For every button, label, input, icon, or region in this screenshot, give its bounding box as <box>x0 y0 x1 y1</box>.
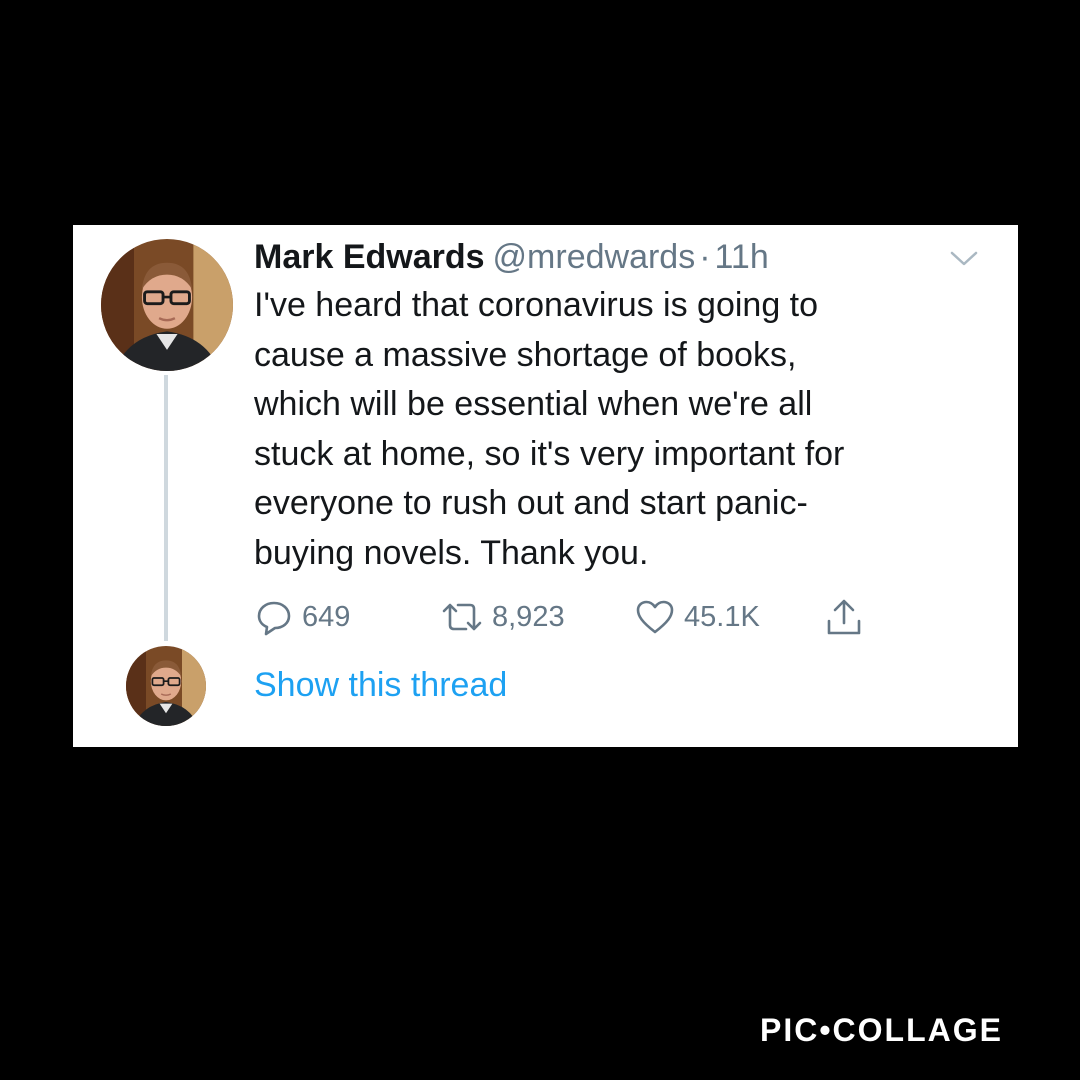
heart-icon <box>636 600 674 634</box>
tweet-text-line: which will be essential when we're all <box>254 385 813 423</box>
header-separator: · <box>699 238 711 276</box>
show-thread-link[interactable]: Show this thread <box>254 663 507 707</box>
author-photo <box>126 646 206 726</box>
chevron-down-icon <box>950 251 978 266</box>
tweet-action-bar: 649 8,923 45.1K <box>254 595 894 639</box>
pic-collage-watermark: PIC•COLLAGE <box>760 1012 1003 1048</box>
reply-icon <box>257 601 291 636</box>
like-button[interactable]: 45.1K <box>634 595 760 639</box>
thread-connector-line <box>164 375 168 641</box>
retweet-count: 8,923 <box>492 600 565 633</box>
tweet-text-line: buying novels. Thank you. <box>254 533 649 572</box>
tweet-timestamp[interactable]: 11h <box>715 238 769 276</box>
tweet-text-line: cause a massive shortage of books, <box>254 335 797 374</box>
tweet-text: I've heard that coronavirus is going to … <box>254 281 974 578</box>
author-avatar[interactable] <box>101 239 233 371</box>
share-button[interactable] <box>824 595 864 639</box>
share-icon <box>827 599 861 635</box>
retweet-button[interactable]: 8,923 <box>440 595 565 639</box>
reply-count: 649 <box>302 600 351 633</box>
author-photo <box>101 239 233 371</box>
tweet-card[interactable]: Mark Edwards @mredwards · 11h I've heard th… <box>73 225 1018 747</box>
tweet-header: Mark Edwards @mredwards · 11h <box>254 235 769 279</box>
author-handle[interactable]: @mredwards <box>493 238 696 276</box>
tweet-text-line: everyone to rush out and start panic- <box>254 484 808 522</box>
like-count: 45.1K <box>684 600 760 633</box>
thread-author-avatar[interactable] <box>126 646 206 726</box>
author-name[interactable]: Mark Edwards <box>254 238 485 276</box>
retweet-icon <box>442 603 482 631</box>
tweet-menu-button[interactable] <box>946 245 982 271</box>
tweet-text-line: I've heard that coronavirus is going to <box>254 286 819 324</box>
reply-button[interactable]: 649 <box>254 595 350 639</box>
tweet-text-line: stuck at home, so it's very important fo… <box>254 434 845 473</box>
